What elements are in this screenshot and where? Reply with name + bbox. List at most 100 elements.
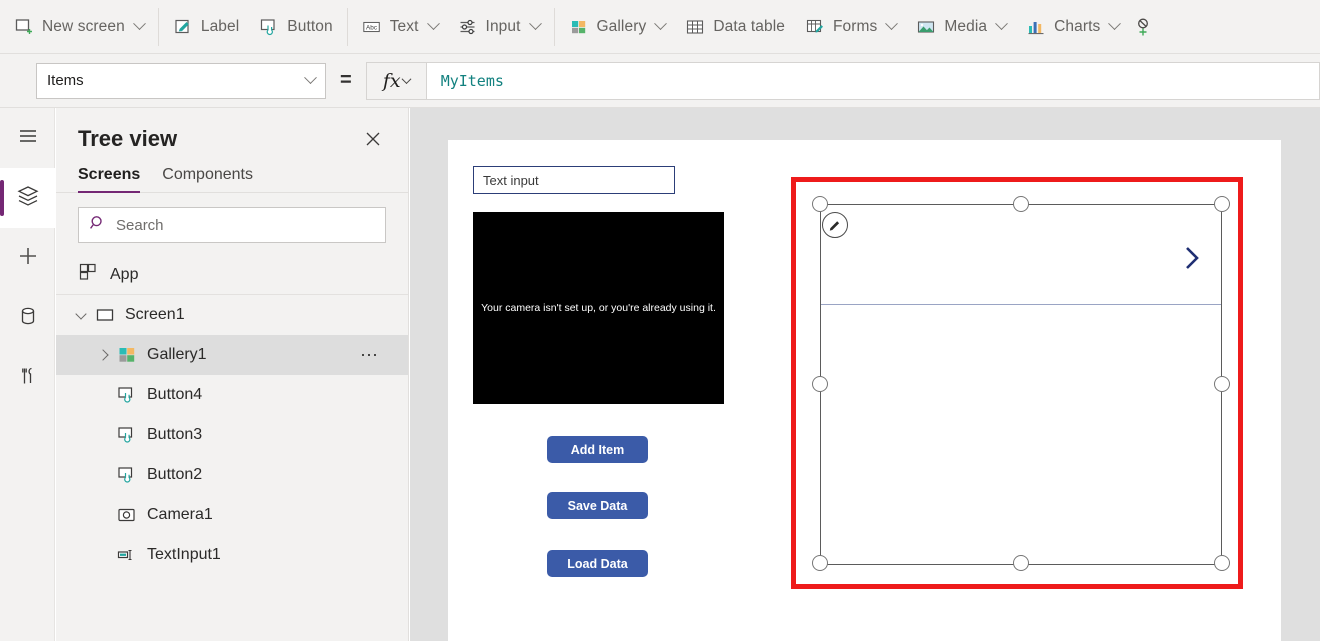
new-screen-icon xyxy=(14,17,34,37)
menu-button[interactable] xyxy=(0,108,55,168)
label-button[interactable]: Label xyxy=(163,7,249,47)
search-placeholder: Search xyxy=(116,217,164,234)
button-icon xyxy=(116,384,138,406)
data-table-icon xyxy=(685,17,705,37)
search-input[interactable]: Search xyxy=(78,207,386,243)
chevron-right-icon[interactable] xyxy=(90,351,116,359)
gallery-item-divider xyxy=(821,304,1221,305)
charts-button[interactable]: Charts xyxy=(1016,7,1129,47)
tree-node-label: Button4 xyxy=(147,386,202,404)
button-button[interactable]: Button xyxy=(249,7,342,47)
tree-node-camera1[interactable]: Camera1 xyxy=(56,495,408,535)
chevron-down-icon[interactable] xyxy=(427,17,440,30)
gallery-icon xyxy=(116,344,138,366)
resize-handle-top-center[interactable] xyxy=(1013,196,1029,212)
tree-node-label: Button2 xyxy=(147,466,202,484)
chevron-down-icon[interactable] xyxy=(995,17,1008,30)
data-table-button[interactable]: Data table xyxy=(675,7,795,47)
media-button[interactable]: Media xyxy=(906,7,1016,47)
workspace: Text input Your camera isn't set up, or … xyxy=(410,108,1320,641)
formula-input[interactable]: MyItems xyxy=(426,62,1320,100)
tree-view-button[interactable] xyxy=(0,168,55,228)
canvas-gallery-control[interactable] xyxy=(820,204,1222,565)
tree-view-title: Tree view xyxy=(78,126,177,152)
chevron-down-icon[interactable] xyxy=(133,17,146,30)
tree-node-label: Screen1 xyxy=(125,306,185,324)
gallery-next-arrow-icon[interactable] xyxy=(1181,243,1203,273)
tree-node-app-label: App xyxy=(110,266,138,284)
resize-handle-top-right[interactable] xyxy=(1214,196,1230,212)
button-label: Button xyxy=(287,18,332,36)
resize-handle-bottom-center[interactable] xyxy=(1013,555,1029,571)
add-item-button[interactable]: Add Item xyxy=(547,436,648,463)
screen-icon xyxy=(94,304,116,326)
chevron-down-icon[interactable] xyxy=(304,71,317,84)
forms-icon xyxy=(805,17,825,37)
tree-node-gallery1[interactable]: Gallery1 ⋯ xyxy=(56,335,408,375)
input-button[interactable]: Input xyxy=(448,7,550,47)
chevron-down-icon[interactable] xyxy=(68,310,94,321)
canvas-text-input[interactable]: Text input xyxy=(473,166,675,194)
gallery-icon xyxy=(569,17,589,37)
app-icon xyxy=(78,262,98,287)
data-table-label: Data table xyxy=(713,18,785,36)
plus-icon xyxy=(15,243,41,274)
advanced-tools-button[interactable] xyxy=(0,348,55,408)
forms-label: Forms xyxy=(833,18,877,36)
tree-node-textinput1[interactable]: TextInput1 xyxy=(56,535,408,575)
tree-view-tabs: Screens Components xyxy=(56,152,408,193)
icons-icon xyxy=(1133,17,1153,37)
search-icon xyxy=(89,214,107,237)
new-screen-button[interactable]: New screen xyxy=(4,7,154,47)
toolbar-group-data: Gallery Data table xyxy=(555,0,1162,54)
tree-node-button2[interactable]: Button2 xyxy=(56,455,408,495)
chevron-down-icon[interactable] xyxy=(1109,17,1122,30)
property-select[interactable]: Items xyxy=(36,63,326,99)
close-icon[interactable] xyxy=(360,126,386,152)
resize-handle-bottom-right[interactable] xyxy=(1214,555,1230,571)
gallery-button[interactable]: Gallery xyxy=(559,7,676,47)
resize-handle-middle-left[interactable] xyxy=(812,376,828,392)
media-icon xyxy=(916,17,936,37)
insert-button[interactable] xyxy=(0,228,55,288)
save-data-button[interactable]: Save Data xyxy=(547,492,648,519)
search-wrapper: Search xyxy=(56,193,408,255)
load-data-button[interactable]: Load Data xyxy=(547,550,648,577)
tree-node-button3[interactable]: Button3 xyxy=(56,415,408,455)
chevron-down-icon[interactable] xyxy=(529,17,542,30)
fx-button[interactable]: fx xyxy=(366,62,426,100)
media-label: Media xyxy=(944,18,987,36)
tree-node-app[interactable]: App xyxy=(56,255,408,295)
tab-components[interactable]: Components xyxy=(162,166,253,192)
camera-icon xyxy=(116,504,138,526)
charts-label: Charts xyxy=(1054,18,1100,36)
app-canvas[interactable]: Text input Your camera isn't set up, or … xyxy=(448,140,1281,641)
toolbar-group-input: Abc Text Input xyxy=(348,0,554,54)
equals-sign: = xyxy=(340,69,352,92)
tree-node-label: TextInput1 xyxy=(147,546,221,564)
toolbar-group-screen: New screen xyxy=(0,0,158,54)
left-rail xyxy=(0,108,55,641)
icons-button[interactable] xyxy=(1129,7,1157,47)
tree-node-label: Button3 xyxy=(147,426,202,444)
tree-node-screen1[interactable]: Screen1 xyxy=(56,295,408,335)
label-label: Label xyxy=(201,18,239,36)
tree-node-label: Gallery1 xyxy=(147,346,207,364)
resize-handle-bottom-left[interactable] xyxy=(812,555,828,571)
chevron-down-icon[interactable] xyxy=(654,17,667,30)
chevron-down-icon[interactable] xyxy=(886,17,899,30)
toolbar-group-basic: Label Button xyxy=(159,0,347,54)
data-button[interactable] xyxy=(0,288,55,348)
resize-handle-middle-right[interactable] xyxy=(1214,376,1230,392)
tree-node-button4[interactable]: Button4 xyxy=(56,375,408,415)
button-icon xyxy=(116,464,138,486)
text-button[interactable]: Abc Text xyxy=(352,7,448,47)
menu-icon xyxy=(16,124,40,153)
more-options-icon[interactable]: ⋯ xyxy=(360,345,380,366)
chevron-down-icon[interactable] xyxy=(401,74,411,84)
edit-pencil-icon[interactable] xyxy=(822,212,848,238)
resize-handle-top-left[interactable] xyxy=(812,196,828,212)
forms-button[interactable]: Forms xyxy=(795,7,906,47)
tab-screens[interactable]: Screens xyxy=(78,166,140,192)
canvas-camera-control[interactable]: Your camera isn't set up, or you're alre… xyxy=(473,212,724,404)
